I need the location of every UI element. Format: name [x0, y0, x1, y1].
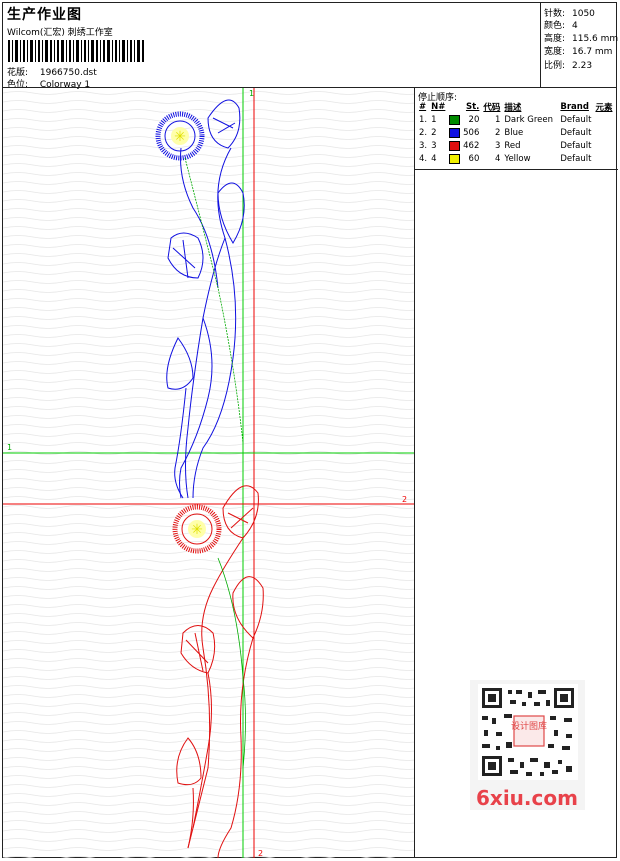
color-swatch — [449, 114, 461, 125]
stat-colors: 颜色: 4 — [544, 21, 578, 31]
panel-divider — [415, 169, 618, 170]
color-swatch — [449, 153, 461, 164]
barcode-icon — [8, 40, 144, 62]
color-table-header: # N# St. 代码 描述 Brand 元素 — [419, 102, 613, 113]
qr-code-icon: 设计图库 — [478, 684, 578, 780]
embroidery-canvas: ✳ ✳ 1 1 2 2 — [3, 88, 414, 858]
svg-text:✳: ✳ — [191, 522, 203, 538]
color-table: # N# St. 代码 描述 Brand 元素 1. 1 20 1 Dark G… — [417, 101, 614, 165]
stat-width: 宽度: 16.7 mm — [544, 47, 613, 57]
svg-text:✳: ✳ — [174, 129, 186, 145]
stats-panel: 针数: 1050 颜色: 4 高度: 115.6 mm 宽度: 16.7 mm 比例: 2… — [540, 2, 618, 88]
design-preview: ✳ ✳ 1 1 2 2 — [3, 88, 414, 858]
table-row: 3. 3 462 3 Red Default — [419, 140, 592, 151]
studio-subtitle: Wilcom(汇宏) 刺绣工作室 — [7, 28, 113, 38]
page-title: 生产作业图 — [7, 7, 82, 23]
stat-height: 高度: 115.6 mm — [544, 34, 619, 44]
guide-label-h2: 2 — [402, 495, 407, 504]
color-swatch — [449, 127, 461, 138]
stat-scale: 比例: 2.23 — [544, 61, 593, 71]
color-swatch — [449, 140, 461, 151]
guide-label-h1: 1 — [7, 443, 12, 452]
seal-text: 设计图库 — [511, 720, 547, 732]
table-row: 2. 2 506 2 Blue Default — [419, 127, 592, 138]
header-panel: 生产作业图 Wilcom(汇宏) 刺绣工作室 花版: 1966750.dst 色… — [5, 4, 540, 90]
table-row: 4. 4 60 4 Yellow Default — [419, 153, 592, 164]
watermark-text: 6xiu.com — [476, 786, 578, 810]
guide-label-v1: 1 — [249, 89, 254, 98]
guide-label-v2-bottom: 2 — [258, 849, 263, 858]
table-row: 1. 1 20 1 Dark Green Default — [419, 114, 592, 125]
